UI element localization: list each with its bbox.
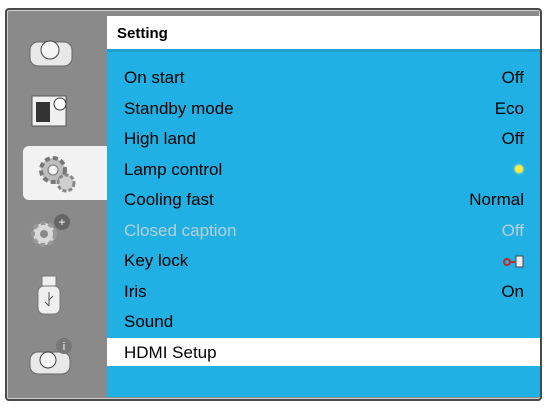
sidebar-item-info[interactable]: i [18,330,80,384]
row-label: Lamp control [124,159,223,179]
settings-list: On start Off Standby mode Eco High land … [107,63,540,366]
row-label: Standby mode [124,98,234,118]
setting-panel: Setting On start Off Standby mode Eco Hi… [107,16,540,397]
projector-icon [29,40,73,67]
row-label: Iris [124,281,147,301]
row-label: Closed caption [124,220,237,240]
row-standby-mode[interactable]: Standby mode Eco [107,94,540,125]
row-value: On [501,281,524,301]
sidebar-item-display[interactable] [18,24,80,78]
svg-text:+: + [58,215,65,229]
row-hdmi-setup[interactable]: HDMI Setup [107,337,540,366]
row-closed-caption: Closed caption Off [107,216,540,247]
sidebar: + i [10,16,108,396]
info-icon: i [29,338,72,375]
sidebar-item-usb[interactable] [18,268,80,322]
row-lamp-control[interactable]: Lamp control [107,155,540,186]
row-value: Eco [494,98,524,118]
row-cooling-fast[interactable]: Cooling fast Normal [107,185,540,216]
row-label: On start [124,68,185,87]
row-label: Cooling fast [124,190,214,209]
lamp-icon [515,164,523,173]
row-value: Off [501,220,524,240]
row-on-start[interactable]: On start Off [107,63,540,94]
row-label: High land [124,129,196,148]
usb-icon [37,275,61,315]
sidebar-item-setting[interactable] [23,146,108,200]
extended-settings-icon: + [31,214,70,247]
row-label: HDMI Setup [124,342,217,362]
svg-text:i: i [63,341,65,353]
image-adjust-icon [31,95,67,127]
page-title: Setting [117,25,168,42]
gear-icon [39,156,76,193]
row-value: Normal [469,190,524,209]
row-value: Off [501,68,524,87]
row-sound[interactable]: Sound [107,307,540,338]
row-high-land[interactable]: High land Off [107,124,540,155]
sidebar-item-extended[interactable]: + [18,206,80,260]
row-value: Off [501,129,524,148]
row-label: Sound [124,312,174,331]
key-lock-icon [503,255,524,268]
row-label: Key lock [124,251,189,270]
row-key-lock[interactable]: Key lock [107,246,540,277]
sidebar-item-image[interactable] [18,84,80,138]
panel-header: Setting [107,16,540,52]
row-iris[interactable]: Iris On [107,277,540,308]
